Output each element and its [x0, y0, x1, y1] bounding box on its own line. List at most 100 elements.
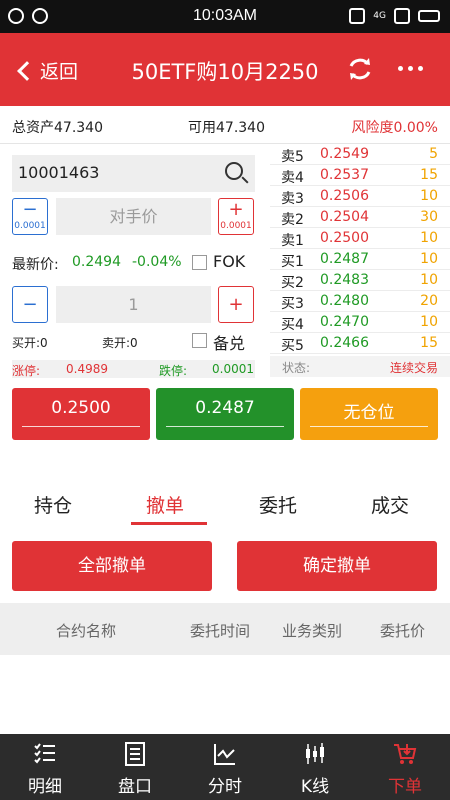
buy-open-label: 买开 [64, 444, 98, 464]
minus-icon: − [22, 294, 38, 315]
price-increase-button[interactable]: + 0.0001 [218, 198, 254, 235]
latest-price: 0.2494 [72, 254, 121, 270]
nav-kline[interactable]: K线 [270, 734, 360, 800]
quantity-decrease-button[interactable]: − [12, 286, 48, 323]
table-header: 合约名称 委托时间 业务类别 委托价 [0, 603, 450, 655]
minus-icon: − [22, 199, 38, 220]
total-assets: 总资产47.340 [12, 120, 103, 136]
level-price: 0.2506 [320, 188, 369, 204]
level-volume: 10 [420, 230, 438, 246]
close-position-button[interactable]: 无仓位 平仓 [300, 388, 438, 464]
level-price: 0.2504 [320, 209, 369, 225]
candlestick-icon [306, 743, 324, 764]
close-position-label: 平仓 [352, 444, 386, 464]
limit-down-label: 跌停: [159, 364, 188, 378]
tab-orders[interactable]: 委托 [259, 491, 297, 518]
order-book-row[interactable]: 买2 0.2483 10 [270, 270, 450, 291]
list-check-icon [34, 743, 55, 764]
level-volume: 10 [420, 251, 438, 267]
active-tab-indicator [131, 522, 207, 525]
level-label: 买1 [281, 254, 304, 270]
nav-details[interactable]: 明细 [0, 734, 90, 800]
order-form: 10001463 − 0.0001 对手价 + 0.0001 最新价: 0.24… [0, 144, 268, 378]
nav-orderbook[interactable]: 盘口 [90, 734, 180, 800]
buy-open-button[interactable]: 0.2500 买开 [12, 388, 150, 464]
level-label: 卖1 [281, 233, 304, 249]
sell-open-price: 0.2487 [195, 398, 255, 418]
price-decrease-button[interactable]: − 0.0001 [12, 198, 48, 235]
order-book-row[interactable]: 买3 0.2480 20 [270, 291, 450, 312]
covered-label: 备兑 [213, 334, 246, 353]
page-title: 50ETF购10月2250 [131, 60, 319, 84]
refresh-icon[interactable] [346, 55, 374, 83]
contract-code-field[interactable]: 10001463 [12, 155, 255, 192]
status-label: 状态: [282, 361, 311, 375]
level-volume: 15 [420, 167, 438, 183]
level-price: 0.2480 [320, 293, 369, 309]
order-book-row[interactable]: 卖3 0.2506 10 [270, 186, 450, 207]
nav-label: 明细 [28, 777, 62, 797]
level-price: 0.2537 [320, 167, 369, 183]
fok-checkbox[interactable] [192, 255, 207, 270]
price-step-label: 0.0001 [220, 221, 252, 231]
contract-code: 10001463 [18, 163, 100, 182]
quantity-increase-button[interactable]: + [218, 286, 254, 323]
nav-label: 分时 [208, 777, 242, 797]
level-volume: 20 [420, 293, 438, 309]
nav-place-order[interactable]: 下单 [360, 734, 450, 800]
status-bar: 10:03AM 4G [0, 0, 450, 33]
level-label: 卖3 [281, 191, 304, 207]
document-icon [125, 742, 145, 766]
latest-price-label: 最新价: [12, 257, 59, 273]
level-volume: 15 [420, 335, 438, 351]
price-change: -0.04% [132, 254, 182, 270]
level-label: 卖5 [281, 149, 304, 165]
plus-icon: + [228, 199, 244, 220]
nav-label: 盘口 [118, 777, 152, 797]
tab-trades[interactable]: 成交 [371, 491, 409, 518]
level-volume: 10 [420, 272, 438, 288]
level-price: 0.2466 [320, 335, 369, 351]
level-label: 卖4 [281, 170, 304, 186]
cart-icon [394, 744, 417, 764]
price-limits: 涨停: 0.4989 跌停: 0.0001 [12, 360, 255, 378]
column-order-price: 委托价 [380, 622, 426, 640]
order-book-row[interactable]: 买4 0.2470 10 [270, 312, 450, 333]
order-book-row[interactable]: 卖5 0.2549 5 [270, 144, 450, 165]
tab-positions[interactable]: 持仓 [34, 491, 72, 518]
search-icon[interactable] [225, 162, 243, 180]
sell-open-count: 卖开:0 [102, 336, 138, 350]
quantity-input[interactable]: 1 [56, 286, 211, 323]
order-book-row[interactable]: 买1 0.2487 10 [270, 249, 450, 270]
level-price: 0.2483 [320, 272, 369, 288]
nav-label: K线 [300, 777, 330, 797]
more-icon[interactable] [398, 66, 423, 71]
cancel-all-button[interactable]: 全部撤单 [12, 541, 212, 591]
nav-intraday[interactable]: 分时 [180, 734, 270, 800]
covered-checkbox[interactable] [192, 333, 207, 348]
price-input[interactable]: 对手价 [56, 198, 211, 235]
limit-up-label: 涨停: [12, 364, 41, 378]
bottom-navigation: 明细 盘口 分时 K线 下单 [0, 734, 450, 800]
limit-up-value: 0.4989 [66, 362, 108, 376]
plus-icon: + [228, 294, 244, 315]
vibrate-icon [349, 8, 366, 24]
level-volume: 10 [420, 188, 438, 204]
confirm-cancel-button[interactable]: 确定撤单 [237, 541, 437, 591]
order-book-row[interactable]: 卖2 0.2504 30 [270, 207, 450, 228]
order-book-row[interactable]: 卖1 0.2500 10 [270, 228, 450, 249]
risk-ratio: 风险度0.00% [351, 120, 438, 136]
level-label: 卖2 [281, 212, 304, 228]
sell-open-button[interactable]: 0.2487 卖开 [156, 388, 294, 464]
fok-label: FOK [213, 252, 246, 271]
level-label: 买2 [281, 275, 304, 291]
order-book-row[interactable]: 卖4 0.2537 15 [270, 165, 450, 186]
nav-label: 下单 [388, 777, 422, 797]
price-step-label: 0.0001 [14, 221, 46, 231]
column-business-type: 业务类别 [282, 622, 343, 640]
buy-open-price: 0.2500 [51, 398, 111, 418]
tab-cancel[interactable]: 撤单 [146, 491, 184, 518]
order-book-row[interactable]: 买5 0.2466 15 [270, 333, 450, 354]
available-funds: 可用47.340 [188, 120, 265, 136]
level-price: 0.2549 [320, 146, 369, 162]
